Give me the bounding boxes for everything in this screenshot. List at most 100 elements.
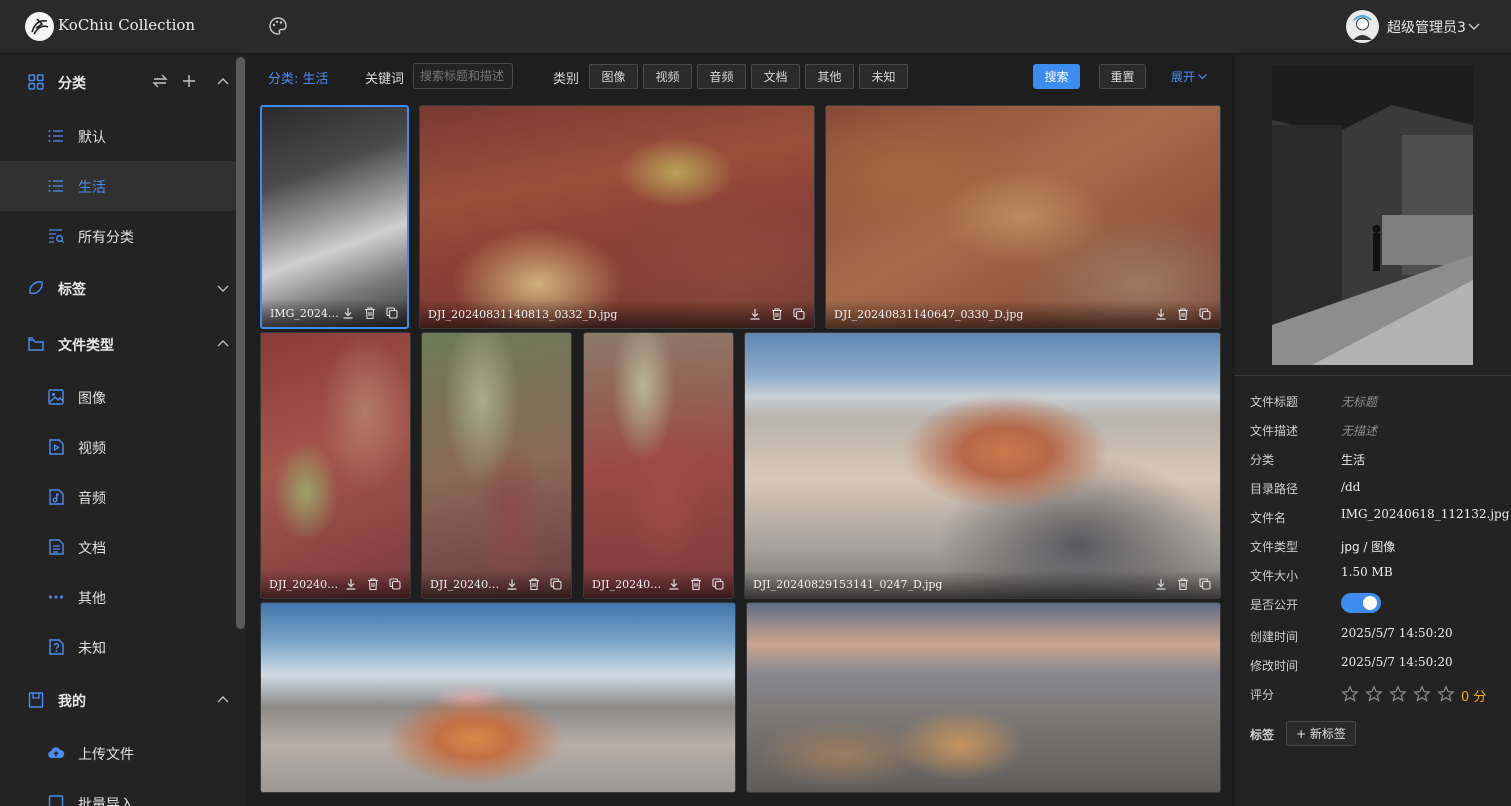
copy-icon[interactable]	[1198, 307, 1212, 321]
folder-icon	[27, 335, 45, 353]
type-filter-other[interactable]: 其他	[805, 64, 854, 89]
chevron-down-icon[interactable]	[216, 281, 230, 295]
description-value[interactable]: 无描述	[1341, 422, 1377, 439]
sidebar-item-image[interactable]: 图像	[0, 372, 236, 422]
chevron-up-icon[interactable]	[216, 337, 230, 351]
file-card[interactable]	[746, 602, 1221, 793]
grid-icon	[27, 73, 45, 91]
download-icon[interactable]	[341, 306, 355, 320]
add-icon[interactable]	[180, 72, 198, 90]
download-icon[interactable]	[667, 577, 681, 591]
sidebar-item-audio[interactable]: 音频	[0, 472, 236, 522]
file-name: DJI_202408…	[430, 578, 504, 591]
download-icon[interactable]	[748, 307, 762, 321]
file-card[interactable]: DJI_20240831140813_0332_D.jpg	[419, 105, 815, 329]
file-name: DJI_20240831140813_0332_D.jpg	[428, 308, 618, 321]
copy-icon[interactable]	[1198, 577, 1212, 591]
download-icon[interactable]	[505, 577, 519, 591]
expand-label: 展开	[1171, 70, 1196, 84]
swap-icon[interactable]	[151, 72, 169, 90]
type-filter-audio[interactable]: 音频	[697, 64, 746, 89]
rating-stars[interactable]	[1341, 685, 1455, 703]
filter-bar: 分类: 生活 关键词 类别 图像 视频 音频 文档 其他 未知 搜索 重置 展开	[248, 55, 1232, 99]
palette-icon[interactable]	[268, 16, 288, 36]
expand-button[interactable]: 展开	[1171, 68, 1208, 85]
app-logo[interactable]	[25, 12, 54, 41]
sidebar-item-all-categories[interactable]: 所有分类	[0, 211, 236, 261]
copy-icon[interactable]	[385, 306, 399, 320]
app-title: KoChiu Collection	[58, 16, 196, 34]
sidebar-item-label: 生活	[78, 180, 106, 196]
download-icon[interactable]	[1154, 307, 1168, 321]
file-card[interactable]: DJI_20240831140647_0330_D.jpg	[825, 105, 1221, 329]
add-tag-button[interactable]: + 新标签	[1286, 721, 1356, 746]
copy-icon[interactable]	[711, 577, 725, 591]
tag-icon	[27, 279, 45, 297]
delete-icon[interactable]	[770, 307, 784, 321]
sidebar-item-life[interactable]: 生活	[0, 161, 236, 211]
delete-icon[interactable]	[1176, 307, 1190, 321]
filetype-value: jpg / 图像	[1341, 540, 1396, 554]
sidebar-item-unknown[interactable]: 未知	[0, 622, 236, 672]
type-filter-unknown[interactable]: 未知	[859, 64, 908, 89]
copy-icon[interactable]	[792, 307, 806, 321]
cloud-upload-icon	[47, 744, 65, 762]
keyword-input[interactable]	[413, 63, 513, 89]
file-card[interactable]: DJI_20240829153141_0247_D.jpg	[744, 332, 1221, 599]
sidebar-item-upload[interactable]: 上传文件	[0, 728, 236, 778]
sidebar-item-default[interactable]: 默认	[0, 111, 236, 161]
file-card[interactable]: DJI_202408…	[421, 332, 572, 599]
sidebar-group-category[interactable]: 分类	[0, 60, 236, 106]
file-card[interactable]: DJI_202408…	[583, 332, 734, 599]
rating-label: 评分	[1250, 688, 1275, 702]
copy-icon[interactable]	[388, 577, 402, 591]
star-icon[interactable]	[1341, 685, 1359, 703]
sidebar-group-mine[interactable]: 我的	[0, 678, 236, 724]
path-label: 目录路径	[1250, 482, 1299, 496]
public-toggle[interactable]	[1341, 593, 1381, 613]
download-icon[interactable]	[1154, 577, 1168, 591]
file-card[interactable]	[260, 602, 736, 793]
chevron-up-icon[interactable]	[216, 75, 230, 89]
download-icon[interactable]	[344, 577, 358, 591]
sidebar-group-tags[interactable]: 标签	[0, 266, 236, 312]
type-filter-video[interactable]: 视频	[643, 64, 692, 89]
copy-icon[interactable]	[549, 577, 563, 591]
delete-icon[interactable]	[366, 577, 380, 591]
star-icon[interactable]	[1389, 685, 1407, 703]
search-button[interactable]: 搜索	[1033, 64, 1080, 89]
star-icon[interactable]	[1437, 685, 1455, 703]
chevron-down-icon[interactable]	[1467, 19, 1481, 33]
delete-icon[interactable]	[363, 306, 377, 320]
sidebar-group-label: 文件类型	[58, 338, 114, 354]
reset-button[interactable]: 重置	[1099, 64, 1146, 89]
star-icon[interactable]	[1413, 685, 1431, 703]
app-header: KoChiu Collection 超级管理员3	[0, 0, 1511, 54]
file-card[interactable]: IMG_20240…	[260, 105, 409, 329]
title-value[interactable]: 无标题	[1341, 393, 1377, 410]
file-card[interactable]: DJI_202408…	[260, 332, 411, 599]
category-label: 分类	[1250, 453, 1275, 467]
type-label: 类别	[553, 72, 580, 87]
sidebar-item-label: 其他	[78, 591, 106, 607]
sidebar-group-filetype[interactable]: 文件类型	[0, 322, 236, 368]
sidebar-item-other[interactable]: 其他	[0, 572, 236, 622]
delete-icon[interactable]	[527, 577, 541, 591]
type-filter-document[interactable]: 文档	[751, 64, 800, 89]
sidebar-item-document[interactable]: 文档	[0, 522, 236, 572]
sidebar-item-batch-import[interactable]: 批量导入	[0, 778, 236, 806]
user-avatar[interactable]	[1346, 10, 1379, 43]
sidebar-item-label: 未知	[78, 641, 106, 657]
star-icon[interactable]	[1365, 685, 1383, 703]
delete-icon[interactable]	[689, 577, 703, 591]
file-preview-image[interactable]	[1272, 65, 1473, 365]
save-icon	[27, 691, 45, 709]
sidebar-item-video[interactable]: 视频	[0, 422, 236, 472]
sidebar-scrollbar[interactable]	[236, 57, 245, 629]
sidebar-item-label: 文档	[78, 541, 106, 557]
user-name[interactable]: 超级管理员3	[1387, 17, 1466, 37]
title-label: 文件标题	[1250, 395, 1299, 409]
type-filter-image[interactable]: 图像	[589, 64, 638, 89]
chevron-up-icon[interactable]	[216, 693, 230, 707]
delete-icon[interactable]	[1176, 577, 1190, 591]
